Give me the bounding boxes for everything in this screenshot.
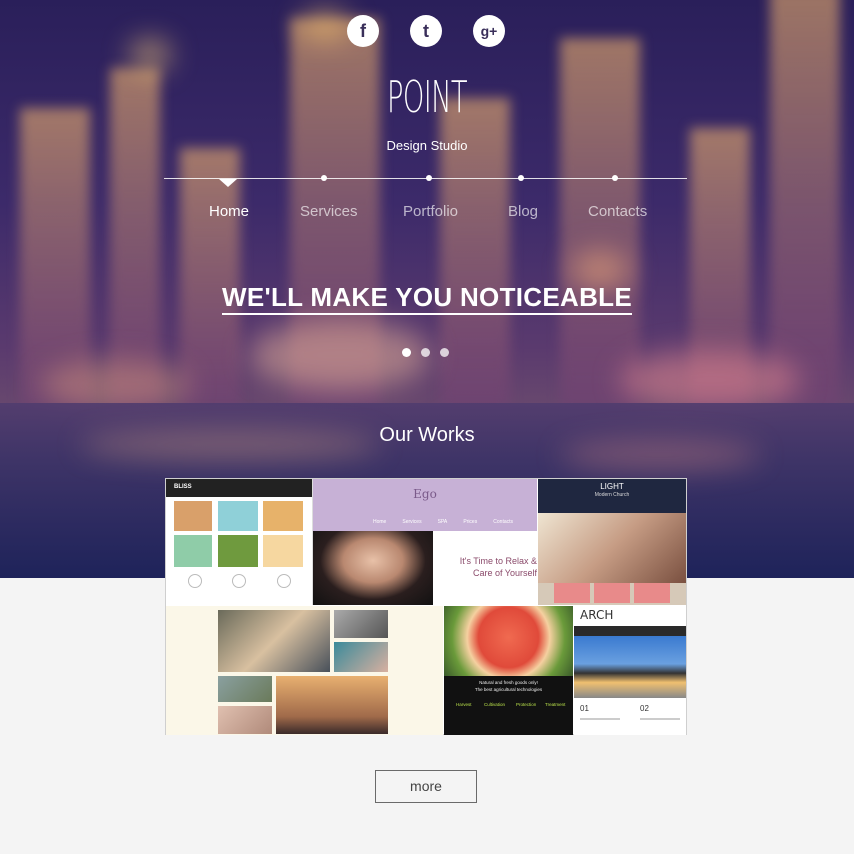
ego-thumbnail[interactable]: Ego Home Services SPA Prices Contacts It's T… [313, 479, 537, 605]
nav-dot [321, 175, 327, 181]
light-thumbnail[interactable]: LIGHT Modern Church [538, 479, 686, 605]
nav-item-services[interactable]: Services [300, 203, 358, 220]
slider-dot-1[interactable] [402, 348, 411, 357]
nav-active-pointer [219, 179, 237, 187]
nav-item-blog[interactable]: Blog [508, 203, 538, 220]
works-title: Our Works [379, 424, 475, 446]
tumblr-icon[interactable]: t [410, 15, 442, 47]
nav-item-portfolio[interactable]: Portfolio [403, 203, 458, 220]
google-plus-icon[interactable]: g+ [473, 15, 505, 47]
site-logo[interactable]: POINT [162, 72, 691, 123]
nav-dot [426, 175, 432, 181]
slider-dot-2[interactable] [421, 348, 430, 357]
bliss-thumbnail[interactable]: BLISS [166, 479, 313, 605]
nav-dot [612, 175, 618, 181]
facebook-icon[interactable]: f [347, 15, 379, 47]
hero-headline: WE'LL MAKE YOU NOTICEABLE [0, 282, 854, 315]
nav-dot [518, 175, 524, 181]
arch-thumbnail[interactable]: ARCH 01 02 [574, 606, 686, 735]
more-button[interactable]: more [375, 770, 477, 803]
slider-dot-3[interactable] [440, 348, 449, 357]
works-grid: BLISS Ego Home Services SPA Prices Contacts … [165, 478, 687, 735]
site-tagline: Design Studio [386, 138, 468, 153]
garden-fresh-thumbnail[interactable]: Natural and fresh goods only! The best a… [444, 606, 573, 735]
nav-item-contacts[interactable]: Contacts [588, 203, 647, 220]
nav-item-home[interactable]: Home [209, 203, 249, 220]
photo-collage-thumbnail[interactable] [166, 606, 443, 735]
